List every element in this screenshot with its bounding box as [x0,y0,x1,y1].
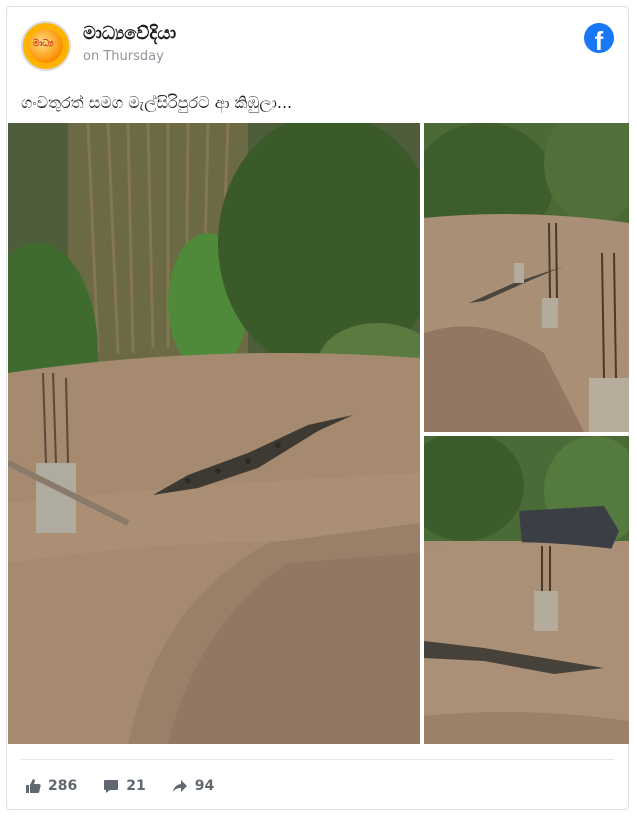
post-caption: ගංවතුරත් සමග මැල්සිරිපුරට ආ කිඹුලා... [21,93,293,112]
crocodile-flood-photo-2 [424,123,629,432]
comment-count: 21 [126,778,146,794]
thumbs-up-icon [26,779,41,793]
share-count: 94 [194,778,215,794]
page-name[interactable]: මාධ්‍යවේදියා [83,23,176,44]
like-count: 286 [48,778,78,794]
share-stat[interactable]: 94 [172,778,214,794]
crocodile-flood-photo-main [8,123,420,744]
engagement-stats: 286 21 94 [25,775,240,797]
like-stat[interactable]: 286 [25,778,77,794]
post-timestamp[interactable]: on Thursday [83,49,164,64]
crocodile-flood-photo-3 [424,436,629,744]
share-arrow-icon [172,780,187,792]
comment-stat[interactable]: 21 [103,778,146,794]
avatar-logo-text: මාධ්‍ය [33,39,54,49]
post-photo-bottom-right[interactable] [424,436,629,744]
post-photo-main[interactable] [8,123,420,744]
post-header: මාධ්‍ය මාධ්‍යවේදියා on Thursday f [21,21,614,73]
stats-divider [21,759,614,760]
page-avatar[interactable]: මාධ්‍ය [21,21,71,71]
post-photo-top-right[interactable] [424,123,629,432]
comment-icon [104,780,119,793]
facebook-icon[interactable]: f [584,23,614,53]
facebook-post-card: මාධ්‍ය මාධ්‍යවේදියා on Thursday f ගංවතුර… [6,6,629,810]
